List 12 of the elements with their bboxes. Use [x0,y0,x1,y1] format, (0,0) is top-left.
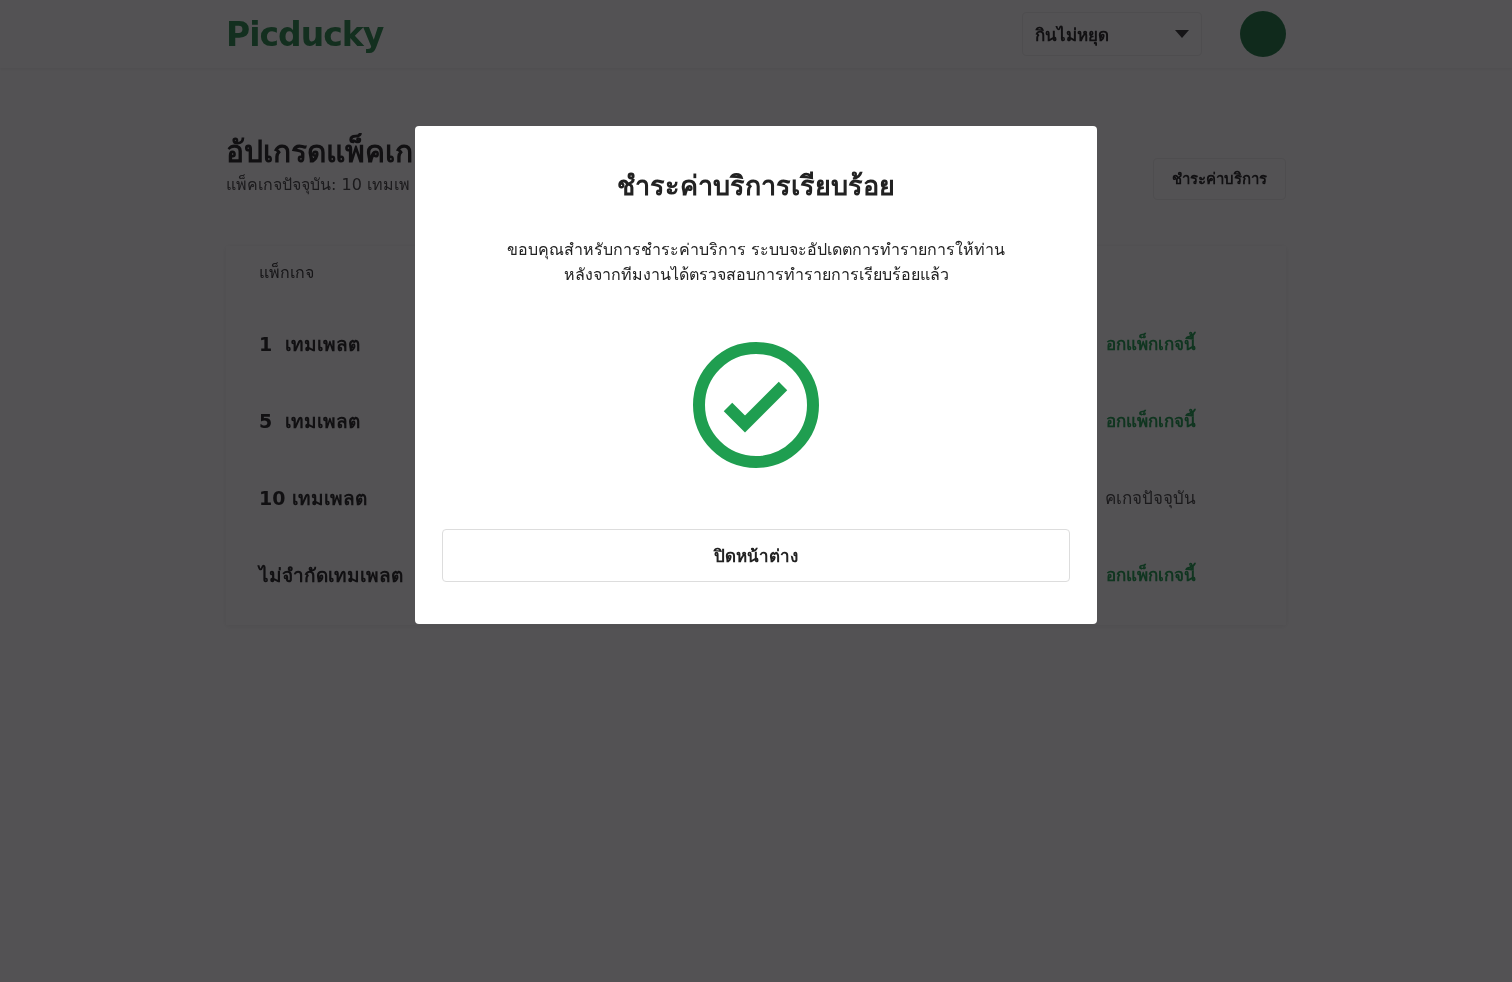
package-name: 5 เทมเพลต [259,408,361,434]
dialog-title: ชำระค่าบริการเรียบร้อย [617,169,895,203]
column-header: แพ็กเกจ [259,261,314,284]
package-name: ไม่จำกัดเทมเพลต [259,562,403,588]
package-name: 1 เทมเพลต [259,331,361,357]
page-title: อัปเกรดแพ็คเก [226,132,413,171]
dialog-message: ขอบคุณสำหรับการชำระค่าบริการ ระบบจะอัปเดตการทำรายการให้ท่าน หลังจากทีมงานได้ตรวจสอบการทำรายการเรียบร้อยแล้ว [506,239,1006,286]
current-package-text: แพ็คเกจปัจจุบัน: 10 เทมเพ [226,173,411,197]
package-name: 10 เทมเพลต [259,485,368,511]
current-package-label: คเกจปัจจุบัน [1105,487,1196,511]
check-circle-icon [692,341,820,469]
close-window-button[interactable]: ปิดหน้าต่าง [442,529,1070,582]
